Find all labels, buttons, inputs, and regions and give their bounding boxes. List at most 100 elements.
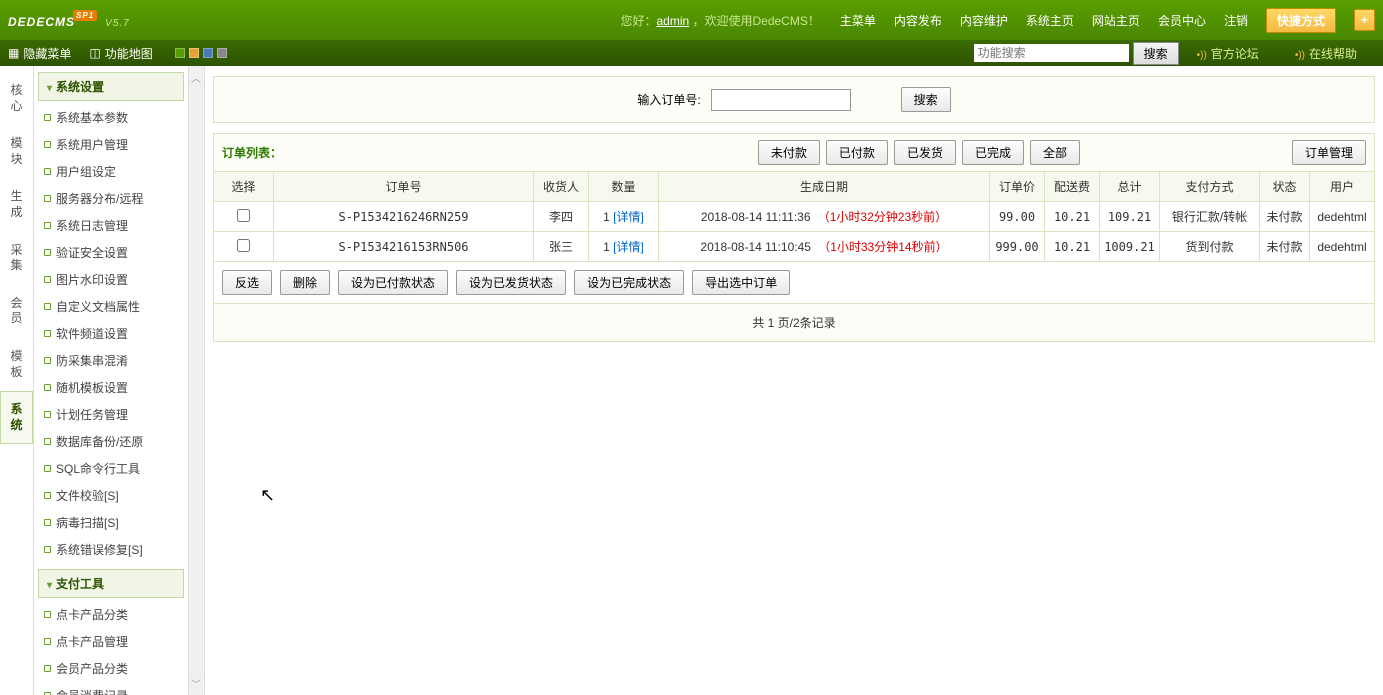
detail-link[interactable]: [详情]	[613, 240, 644, 254]
menu-error-fix[interactable]: 系统错误修复[S]	[38, 536, 184, 563]
help-link[interactable]: •))在线帮助	[1295, 45, 1357, 62]
cell-status: 未付款	[1260, 232, 1310, 262]
plus-button[interactable]: +	[1354, 9, 1375, 31]
sitemap-icon: ◫	[89, 46, 100, 60]
sound-icon: •))	[1197, 50, 1207, 61]
nav-publish[interactable]: 内容发布	[894, 12, 942, 29]
menu-syslog[interactable]: 系统日志管理	[38, 212, 184, 239]
table-header-row: 选择 订单号 收货人 数量 生成日期 订单价 配送费 总计 支付方式 状态 用户	[214, 172, 1375, 202]
filter-shipped[interactable]: 已发货	[894, 140, 956, 165]
menu-software-channel[interactable]: 软件频道设置	[38, 320, 184, 347]
sidebar: ▾系统设置 系统基本参数 系统用户管理 用户组设定 服务器分布/远程 系统日志管…	[34, 66, 189, 695]
theme-green[interactable]	[175, 48, 185, 58]
cell-ship: 10.21	[1045, 232, 1100, 262]
user-link[interactable]: admin	[656, 14, 689, 28]
panel-system-settings[interactable]: ▾系统设置	[38, 72, 184, 101]
vtab-module[interactable]: 模块	[0, 125, 33, 178]
panel-payment-tools[interactable]: ▾支付工具	[38, 569, 184, 598]
function-search-input[interactable]	[974, 44, 1129, 62]
vtab-member[interactable]: 会员	[0, 285, 33, 338]
cell-qty: 1 [详情]	[589, 232, 659, 262]
menu-member-consume[interactable]: 会员消费记录	[38, 682, 184, 695]
nav-maintain[interactable]: 内容维护	[960, 12, 1008, 29]
menu-db-backup[interactable]: 数据库备份/还原	[38, 428, 184, 455]
row-checkbox[interactable]	[237, 239, 250, 252]
filter-paid[interactable]: 已付款	[826, 140, 888, 165]
th-total: 总计	[1100, 172, 1160, 202]
th-price: 订单价	[990, 172, 1045, 202]
row-checkbox[interactable]	[237, 209, 250, 222]
order-no-input[interactable]	[711, 89, 851, 111]
sound-icon: •))	[1295, 50, 1305, 61]
menu-anticollect[interactable]: 防采集串混淆	[38, 347, 184, 374]
sitemap-link[interactable]: 功能地图	[105, 45, 153, 62]
menu-card-manage[interactable]: 点卡产品管理	[38, 628, 184, 655]
nav-main[interactable]: 主菜单	[840, 12, 876, 29]
pagination: 共 1 页/2条记录	[213, 304, 1375, 342]
hide-menu-link[interactable]: 隐藏菜单	[23, 45, 71, 62]
quick-button[interactable]: 快捷方式	[1266, 8, 1336, 33]
action-set-done[interactable]: 设为已完成状态	[574, 270, 684, 295]
table-row: S-P1534216246RN259 李四 1 [详情] 2018-08-14 …	[214, 202, 1375, 232]
menu-basic-params[interactable]: 系统基本参数	[38, 104, 184, 131]
menu-virus-scan[interactable]: 病毒扫描[S]	[38, 509, 184, 536]
cell-pay: 货到付款	[1160, 232, 1260, 262]
menu-random-template[interactable]: 随机模板设置	[38, 374, 184, 401]
menu-cron[interactable]: 计划任务管理	[38, 401, 184, 428]
cell-total: 1009.21	[1100, 232, 1160, 262]
cell-status: 未付款	[1260, 202, 1310, 232]
vtab-generate[interactable]: 生成	[0, 178, 33, 231]
action-export[interactable]: 导出选中订单	[692, 270, 790, 295]
menu-sql-cli[interactable]: SQL命令行工具	[38, 455, 184, 482]
cell-pay: 银行汇款/转帐	[1160, 202, 1260, 232]
nav-syshome[interactable]: 系统主页	[1026, 12, 1074, 29]
th-qty: 数量	[589, 172, 659, 202]
menu-watermark[interactable]: 图片水印设置	[38, 266, 184, 293]
th-status: 状态	[1260, 172, 1310, 202]
function-search-button[interactable]: 搜索	[1133, 42, 1179, 65]
scroll-down-icon[interactable]: ﹀	[191, 676, 201, 691]
theme-gray[interactable]	[217, 48, 227, 58]
menu-member-cat[interactable]: 会员产品分类	[38, 655, 184, 682]
scroll-strip: ︿ ﹀	[189, 66, 205, 695]
vtab-template[interactable]: 模板	[0, 338, 33, 391]
cell-user: dedehtml	[1310, 232, 1375, 262]
logo-badge: SP1	[73, 10, 97, 21]
action-delete[interactable]: 删除	[280, 270, 330, 295]
logo-version: V5.7	[105, 18, 130, 29]
cell-date: 2018-08-14 11:11:36 （1小时32分钟23秒前）	[659, 202, 990, 232]
top-nav: 主菜单 内容发布 内容维护 系统主页 网站主页 会员中心 注销 快捷方式 +	[840, 8, 1375, 33]
theme-orange[interactable]	[189, 48, 199, 58]
order-search-bar: 输入订单号: 搜索	[213, 76, 1375, 123]
menu-user-manage[interactable]: 系统用户管理	[38, 131, 184, 158]
orders-table: 选择 订单号 收货人 数量 生成日期 订单价 配送费 总计 支付方式 状态 用户…	[213, 171, 1375, 262]
filter-unpaid[interactable]: 未付款	[758, 140, 820, 165]
action-set-shipped[interactable]: 设为已发货状态	[456, 270, 566, 295]
vtab-collect[interactable]: 采集	[0, 232, 33, 285]
theme-blue[interactable]	[203, 48, 213, 58]
vtab-system[interactable]: 系统	[0, 391, 33, 444]
menu-verify-security[interactable]: 验证安全设置	[38, 239, 184, 266]
nav-logout[interactable]: 注销	[1224, 12, 1248, 29]
menu-file-check[interactable]: 文件校验[S]	[38, 482, 184, 509]
menu-card-cat[interactable]: 点卡产品分类	[38, 601, 184, 628]
action-set-paid[interactable]: 设为已付款状态	[338, 270, 448, 295]
content-area: 输入订单号: 搜索 订单列表： 未付款 已付款 已发货 已完成 全部 订单管理 …	[205, 66, 1383, 695]
cell-total: 109.21	[1100, 202, 1160, 232]
menu-usergroup[interactable]: 用户组设定	[38, 158, 184, 185]
order-search-button[interactable]: 搜索	[901, 87, 951, 112]
nav-sitehome[interactable]: 网站主页	[1092, 12, 1140, 29]
scroll-up-icon[interactable]: ︿	[191, 70, 201, 85]
cell-price: 99.00	[990, 202, 1045, 232]
order-manage-button[interactable]: 订单管理	[1292, 140, 1366, 165]
vtab-core[interactable]: 核心	[0, 72, 33, 125]
filter-all[interactable]: 全部	[1030, 140, 1080, 165]
forum-link[interactable]: •))官方论坛	[1197, 45, 1259, 62]
menu-custom-attr[interactable]: 自定义文档属性	[38, 293, 184, 320]
filter-done[interactable]: 已完成	[962, 140, 1024, 165]
detail-link[interactable]: [详情]	[613, 210, 644, 224]
action-invert[interactable]: 反选	[222, 270, 272, 295]
hide-menu-icon: ▦	[8, 46, 19, 60]
menu-server-dist[interactable]: 服务器分布/远程	[38, 185, 184, 212]
nav-member[interactable]: 会员中心	[1158, 12, 1206, 29]
